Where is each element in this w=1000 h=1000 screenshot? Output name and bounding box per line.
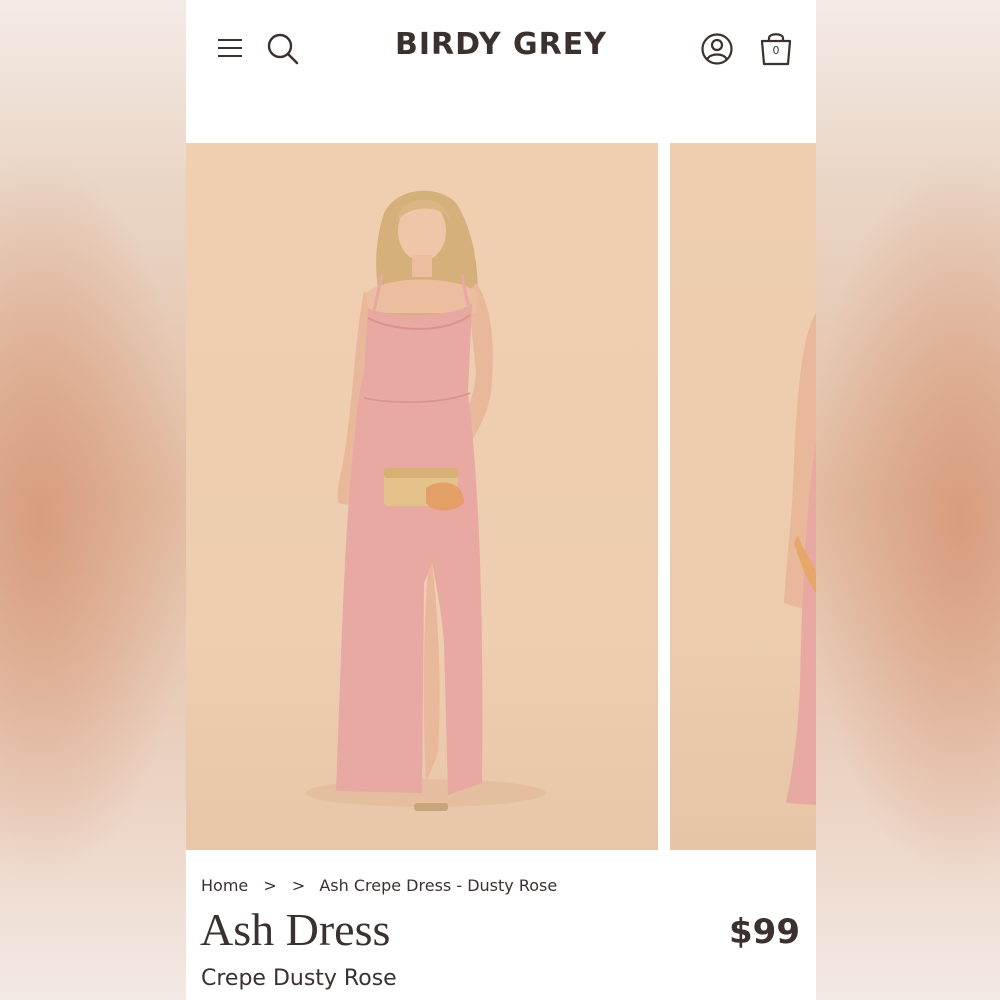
cart-count-badge: 0: [772, 44, 780, 57]
breadcrumb-separator: >: [263, 876, 277, 895]
product-page: BIRDY GREY 0 Home > > Ash Crepe Dress - …: [186, 0, 816, 1000]
product-image-secondary[interactable]: [670, 143, 816, 850]
account-icon[interactable]: [700, 32, 734, 66]
brand-logo[interactable]: BIRDY GREY: [376, 27, 626, 62]
breadcrumb-home-link[interactable]: Home: [201, 876, 248, 895]
product-image-main[interactable]: [186, 143, 658, 850]
search-icon[interactable]: [266, 32, 300, 66]
product-subtitle: Crepe Dusty Rose: [201, 966, 397, 991]
shopping-bag-icon[interactable]: 0: [758, 29, 794, 67]
breadcrumb-separator: >: [291, 876, 306, 895]
menu-icon[interactable]: [216, 34, 244, 62]
product-image-gallery[interactable]: [186, 143, 816, 850]
breadcrumb-current: Ash Crepe Dress - Dusty Rose: [319, 876, 558, 895]
product-price: $99: [729, 912, 800, 952]
product-title: Ash Dress: [200, 904, 391, 955]
breadcrumb: Home > > Ash Crepe Dress - Dusty Rose: [201, 876, 557, 895]
top-navigation-bar: BIRDY GREY 0: [186, 0, 816, 142]
